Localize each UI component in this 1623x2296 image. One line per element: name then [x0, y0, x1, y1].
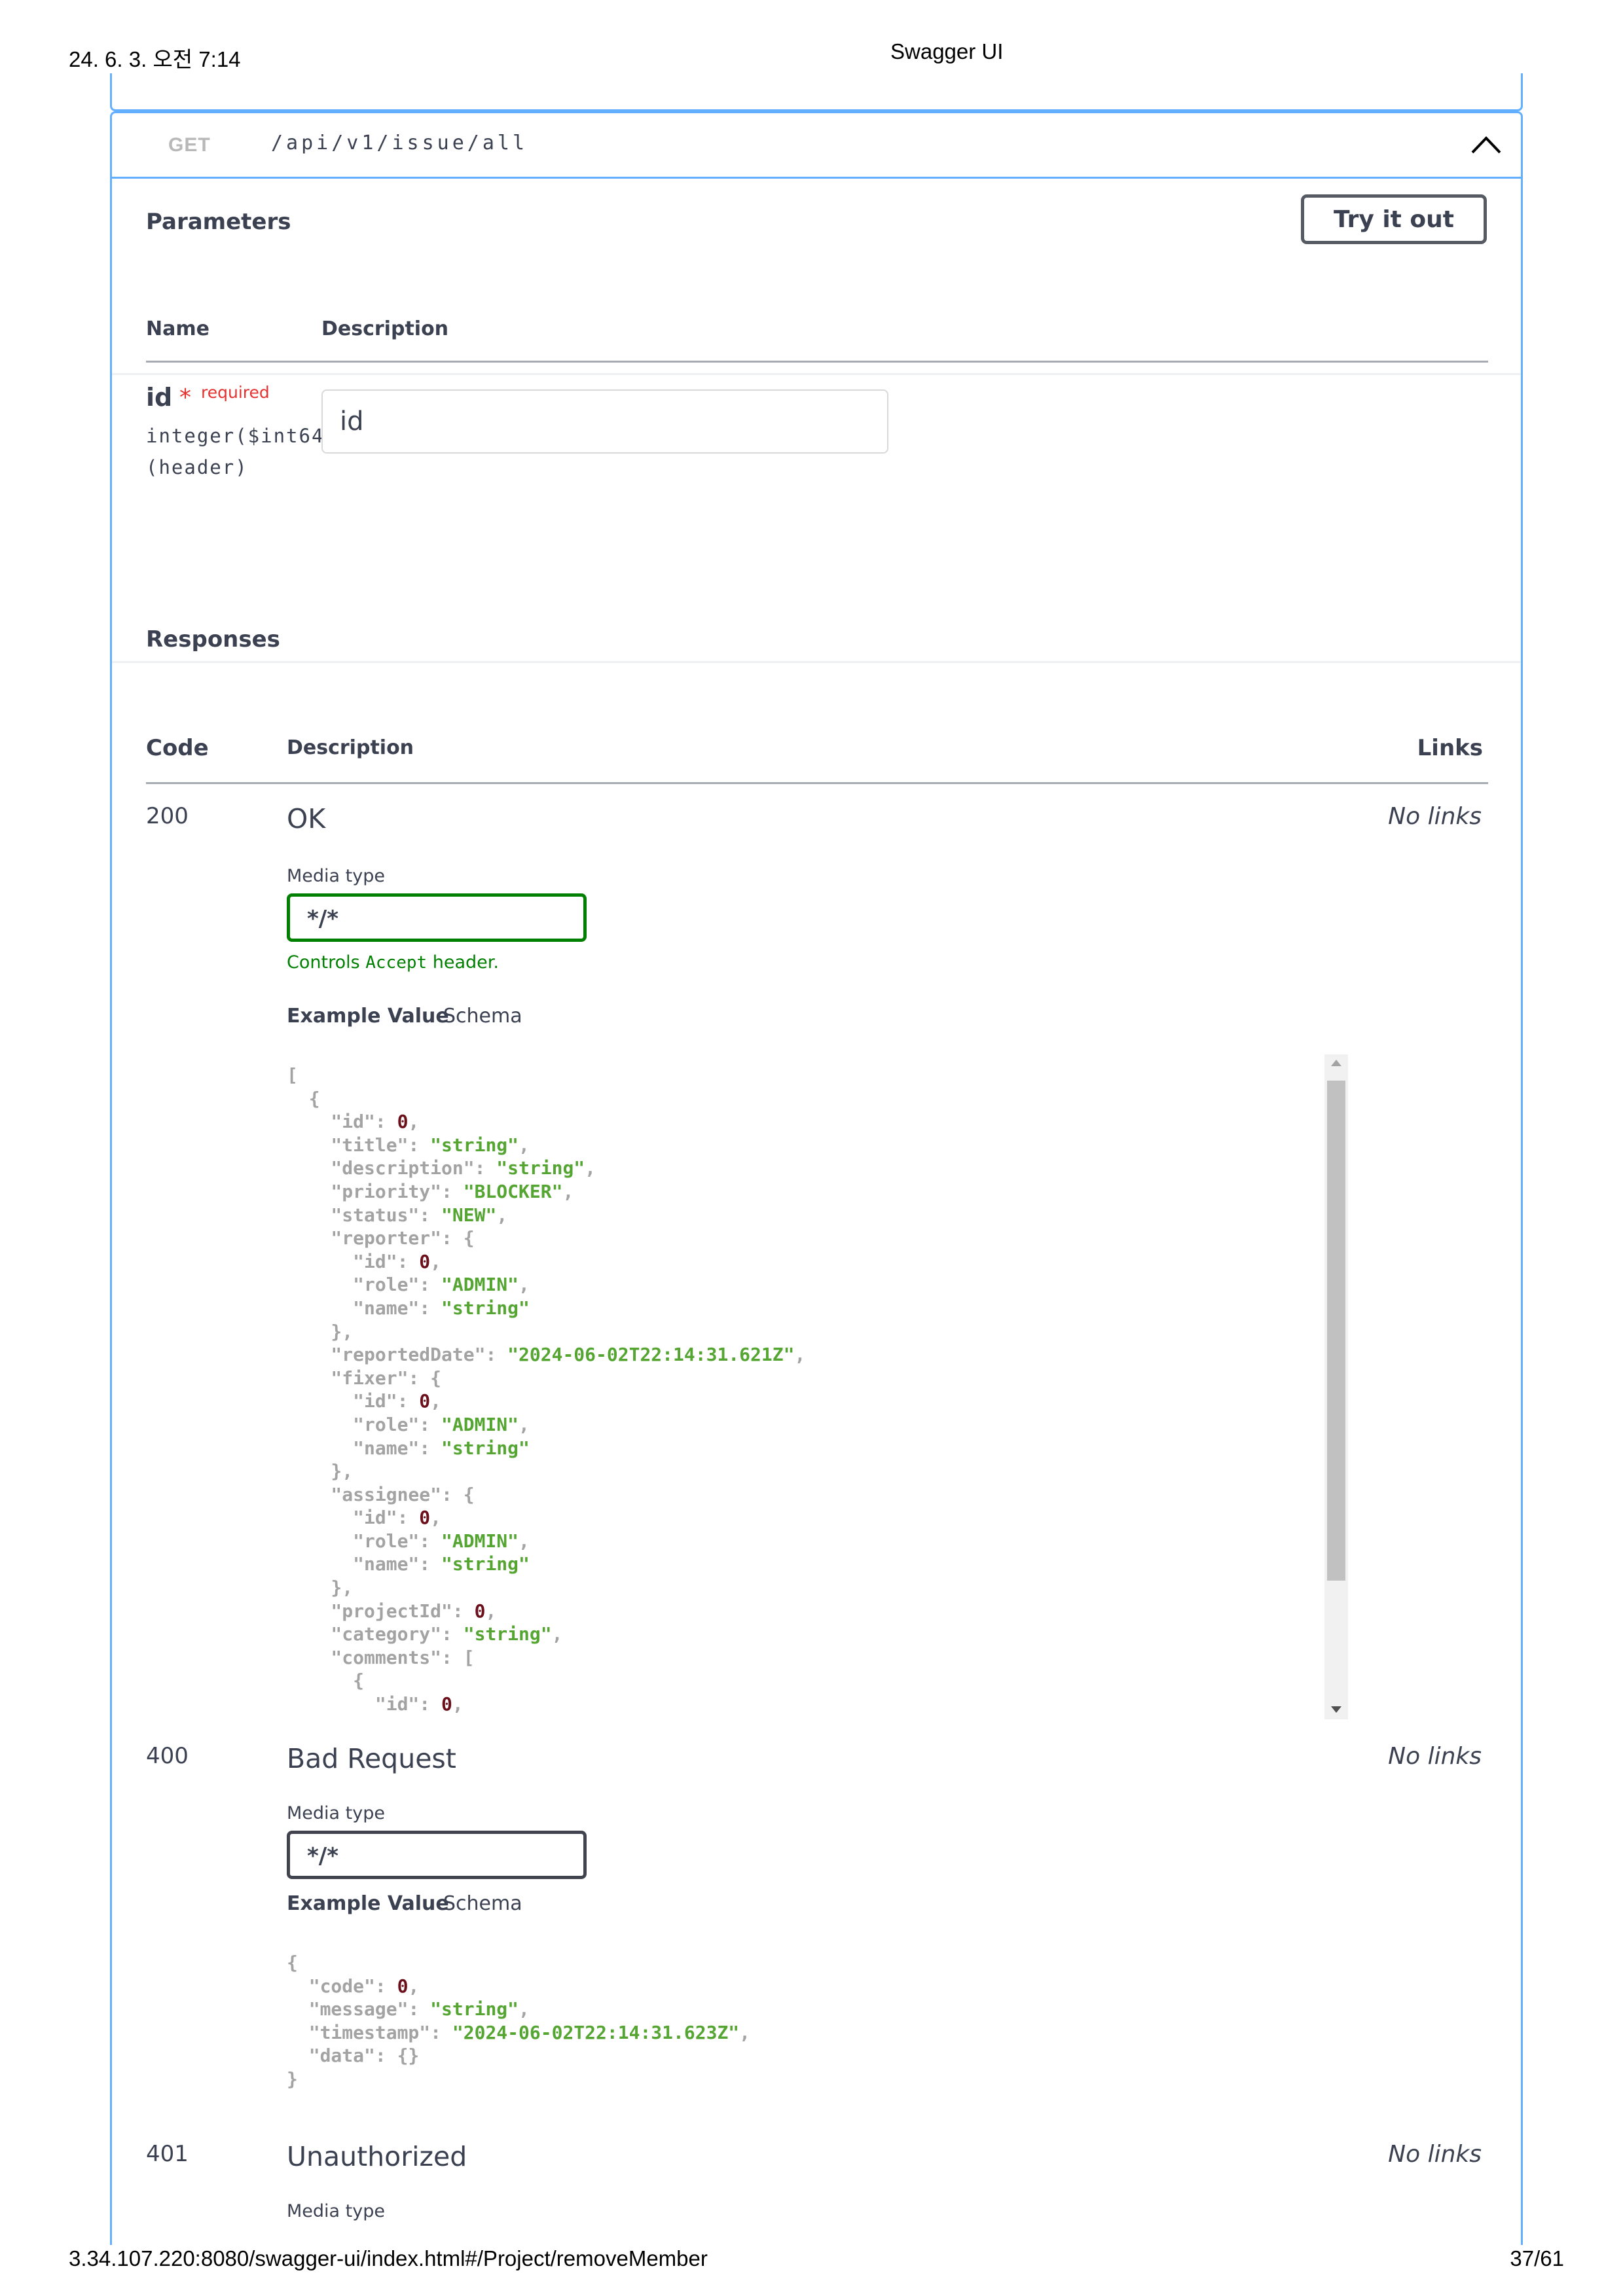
- media-type-label-401: Media type: [287, 2201, 385, 2221]
- code-line: "name": "string": [287, 1553, 530, 1575]
- id-input[interactable]: [321, 389, 888, 454]
- code-line: "code": 0,: [287, 1975, 420, 1997]
- responses-header: [112, 598, 1521, 663]
- param-table-divider: [146, 361, 1488, 363]
- media-type-label-200: Media type: [287, 866, 385, 886]
- param-column-description: Description: [321, 317, 449, 340]
- required-label: required: [201, 383, 270, 402]
- controls-accept-note: Controls Accept header.: [287, 952, 499, 973]
- code-line: "reportedDate": "2024-06-02T22:14:31.621…: [287, 1344, 806, 1366]
- resp-column-code: Code: [146, 735, 209, 761]
- response-description-401: Unauthorized: [287, 2141, 467, 2172]
- code-line: }: [287, 2068, 298, 2090]
- code-line: },: [287, 1577, 354, 1599]
- operation-path: /api/v1/issue/all: [271, 132, 528, 154]
- http-method-badge: GET: [168, 134, 211, 156]
- code-line: "role": "ADMIN",: [287, 1413, 530, 1435]
- responses-title: Responses: [146, 626, 280, 653]
- response-links-401: No links: [1388, 2141, 1482, 2168]
- chevron-up-icon[interactable]: [1470, 132, 1503, 158]
- param-column-name: Name: [146, 317, 210, 340]
- code-line: "id": 0,: [287, 1111, 420, 1133]
- code-line: "description": "string",: [287, 1157, 596, 1179]
- code-line: "assignee": {: [287, 1483, 475, 1505]
- scrollbar-thumb[interactable]: [1327, 1081, 1345, 1581]
- schema-tab-400[interactable]: Schema: [443, 1892, 522, 1915]
- code-line: {: [287, 1087, 320, 1109]
- code-line: "reporter": {: [287, 1227, 475, 1249]
- code-line: "message": "string",: [287, 1998, 530, 2020]
- param-location: (header): [146, 456, 248, 478]
- operation-summary[interactable]: GET /api/v1/issue/all: [112, 113, 1521, 179]
- code-line: "role": "ADMIN",: [287, 1530, 530, 1552]
- operation-block: GET /api/v1/issue/all Parameters Try it …: [110, 111, 1523, 2245]
- response-code-401: 401: [146, 2141, 189, 2167]
- response-description-200: OK: [287, 803, 326, 834]
- code-line: "data": {}: [287, 2045, 420, 2067]
- scroll-up-icon[interactable]: [1331, 1060, 1341, 1066]
- code-line: "id": 0,: [287, 1507, 442, 1529]
- param-name: id: [146, 383, 173, 412]
- try-it-out-button[interactable]: Try it out: [1301, 194, 1487, 244]
- response-code-200: 200: [146, 803, 189, 829]
- code-line: },: [287, 1320, 354, 1342]
- code-line: [: [287, 1064, 298, 1086]
- code-line: "status": "NEW",: [287, 1204, 508, 1226]
- required-star: *: [179, 384, 191, 411]
- response-code-400: 400: [146, 1743, 189, 1769]
- code-line: "category": "string",: [287, 1623, 563, 1645]
- schema-tab-200[interactable]: Schema: [443, 1005, 522, 1028]
- code-line: "role": "ADMIN",: [287, 1274, 530, 1296]
- response-links-200: No links: [1388, 803, 1482, 830]
- example-value-tab-400[interactable]: Example Value: [287, 1892, 449, 1915]
- code-line: },: [287, 1460, 354, 1482]
- example-code-400: { "code": 0, "message": "string", "times…: [287, 1951, 1321, 2102]
- code-line: "id": 0,: [287, 1693, 464, 1715]
- code-line: "fixer": {: [287, 1367, 442, 1389]
- resp-column-description: Description: [287, 736, 414, 759]
- print-page-title: Swagger UI: [890, 39, 1004, 63]
- example-value-tab-200[interactable]: Example Value: [287, 1005, 449, 1028]
- print-url: 3.34.107.220:8080/swagger-ui/index.html#…: [69, 2246, 708, 2270]
- media-type-select-200[interactable]: */*: [287, 893, 587, 942]
- example-scrollbar[interactable]: [1324, 1054, 1348, 1719]
- resp-column-links: Links: [1417, 735, 1483, 761]
- media-type-label-400: Media type: [287, 1803, 385, 1823]
- code-line: "comments": [: [287, 1646, 475, 1668]
- code-line: "projectId": 0,: [287, 1600, 497, 1622]
- previous-operation-block: [110, 73, 1523, 111]
- response-description-400: Bad Request: [287, 1743, 456, 1774]
- param-type: integer($int64): [146, 425, 337, 447]
- scroll-down-icon[interactable]: [1331, 1706, 1341, 1713]
- response-links-400: No links: [1388, 1743, 1482, 1770]
- code-line: "name": "string": [287, 1437, 530, 1459]
- code-line: "id": 0,: [287, 1390, 442, 1412]
- parameters-title: Parameters: [146, 209, 291, 235]
- code-line: "id": 0,: [287, 1250, 442, 1272]
- example-code-200: [ { "id": 0, "title": "string", "descrip…: [287, 1064, 1321, 1717]
- code-line: "timestamp": "2024-06-02T22:14:31.623Z",: [287, 2021, 751, 2043]
- print-date: 24. 6. 3. 오전 7:14: [69, 47, 241, 71]
- code-line: "title": "string",: [287, 1134, 530, 1156]
- code-line: "priority": "BLOCKER",: [287, 1180, 574, 1202]
- media-type-select-400[interactable]: */*: [287, 1831, 587, 1879]
- code-line: "name": "string": [287, 1297, 530, 1319]
- resp-table-divider: [146, 782, 1488, 784]
- print-page-number: 37/61: [1510, 2246, 1564, 2270]
- code-line: {: [287, 1670, 365, 1692]
- code-line: {: [287, 1952, 298, 1973]
